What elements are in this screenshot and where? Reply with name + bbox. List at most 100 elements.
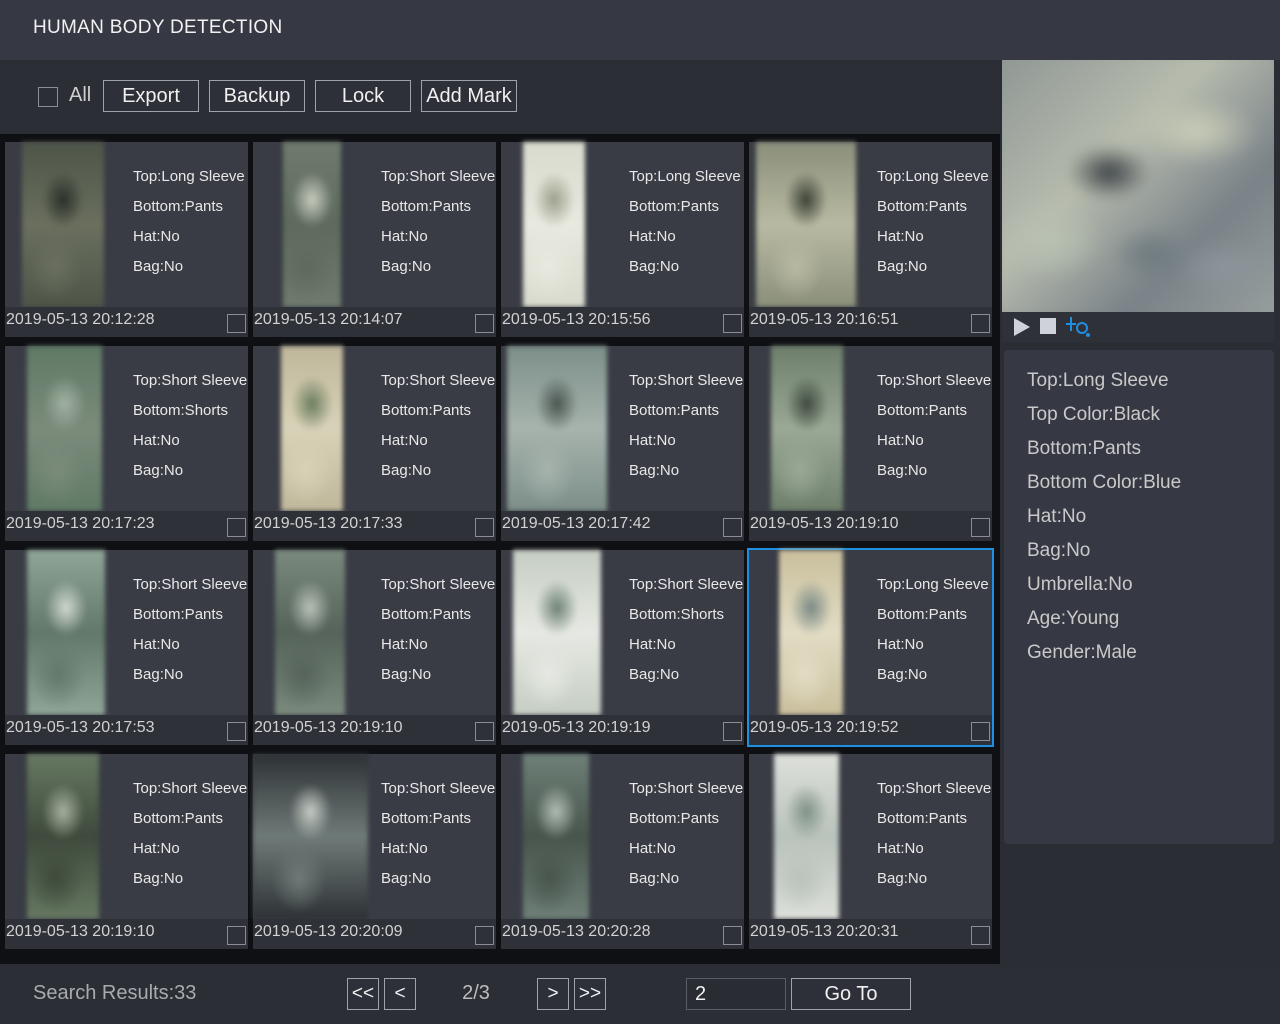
result-attributes: Top:Long Sleeve Bottom:Pants Hat:No Bag:No (877, 570, 989, 690)
result-card[interactable]: Top:Short Sleeve Bottom:Pants Hat:No Bag:No… (253, 550, 496, 745)
preview-image (1002, 60, 1274, 312)
attribute-top: Top:Long Sleeve (877, 576, 989, 593)
attribute-hat: Hat:No (133, 432, 180, 449)
video-preview[interactable] (1002, 60, 1274, 312)
attribute-bottom: Bottom:Shorts (629, 606, 725, 623)
result-card[interactable]: Top:Short Sleeve Bottom:Pants Hat:No Bag:No… (749, 346, 992, 541)
result-thumbnail[interactable] (507, 346, 607, 511)
result-footer: 2019-05-13 20:17:33 (253, 511, 496, 541)
result-checkbox[interactable] (971, 518, 990, 537)
result-card[interactable]: Top:Short Sleeve Bottom:Pants Hat:No Bag:No… (501, 754, 744, 949)
result-attributes: Top:Long Sleeve Bottom:Pants Hat:No Bag:No (629, 162, 741, 282)
attribute-bag: Bag:No (133, 870, 184, 887)
result-footer: 2019-05-13 20:19:10 (749, 511, 992, 541)
result-checkbox[interactable] (971, 314, 990, 333)
result-checkbox[interactable] (723, 722, 742, 741)
result-timestamp: 2019-05-13 20:17:33 (254, 515, 403, 532)
result-checkbox[interactable] (475, 722, 494, 741)
result-checkbox[interactable] (475, 314, 494, 333)
stop-icon[interactable] (1040, 318, 1056, 334)
result-checkbox[interactable] (723, 314, 742, 333)
lock-button[interactable]: Lock (315, 80, 411, 112)
play-icon[interactable] (1014, 318, 1030, 336)
status-bar: Search Results:33 << < 2/3 > >> Go To (0, 966, 1280, 1024)
attribute-bag: Bag:No (629, 666, 680, 683)
search-results-count: Search Results:33 (33, 982, 197, 1004)
result-card[interactable]: Top:Short Sleeve Bottom:Shorts Hat:No Bag:N… (5, 346, 248, 541)
result-card[interactable]: Top:Long Sleeve Bottom:Pants Hat:No Bag:No 2… (5, 142, 248, 337)
page-title: HUMAN BODY DETECTION (33, 17, 283, 38)
result-card[interactable]: Top:Short Sleeve Bottom:Shorts Hat:No Bag:N… (501, 550, 744, 745)
result-thumbnail[interactable] (513, 550, 601, 715)
result-checkbox[interactable] (971, 926, 990, 945)
attribute-hat: Hat:No (629, 432, 676, 449)
result-card[interactable]: Top:Short Sleeve Bottom:Pants Hat:No Bag:No… (5, 550, 248, 745)
result-checkbox[interactable] (971, 722, 990, 741)
attribute-bag: Bag:No (133, 462, 184, 479)
result-checkbox[interactable] (475, 518, 494, 537)
result-thumbnail[interactable] (27, 550, 105, 715)
result-thumbnail[interactable] (253, 754, 368, 919)
result-timestamp: 2019-05-13 20:17:53 (6, 719, 155, 736)
attribute-bag: Bag:No (133, 258, 184, 275)
result-checkbox[interactable] (227, 722, 246, 741)
result-card[interactable]: Top:Short Sleeve Bottom:Pants Hat:No Bag:No… (5, 754, 248, 949)
first-page-button[interactable]: << (347, 978, 379, 1010)
result-card[interactable]: Top:Short Sleeve Bottom:Pants Hat:No Bag:No… (749, 754, 992, 949)
add-mark-button[interactable]: Add Mark (421, 80, 517, 112)
result-attributes: Top:Long Sleeve Bottom:Pants Hat:No Bag:No (133, 162, 245, 282)
result-card[interactable]: Top:Short Sleeve Bottom:Pants Hat:No Bag:No… (253, 142, 496, 337)
select-all-checkbox[interactable] (38, 87, 58, 107)
result-footer: 2019-05-13 20:12:28 (5, 307, 248, 337)
result-attributes: Top:Short Sleeve Bottom:Pants Hat:No Bag:No (629, 774, 743, 894)
result-thumbnail[interactable] (771, 346, 843, 511)
title-bar: HUMAN BODY DETECTION (0, 0, 1280, 60)
export-button[interactable]: Export (103, 80, 199, 112)
result-timestamp: 2019-05-13 20:20:09 (254, 923, 403, 940)
result-checkbox[interactable] (227, 518, 246, 537)
result-card[interactable]: Top:Long Sleeve Bottom:Pants Hat:No Bag:No 2… (747, 548, 994, 747)
result-footer: 2019-05-13 20:16:51 (749, 307, 992, 337)
result-checkbox[interactable] (227, 926, 246, 945)
attribute-bottom: Bottom:Pants (381, 198, 472, 215)
result-attributes: Top:Short Sleeve Bottom:Pants Hat:No Bag:No (381, 366, 495, 486)
attribute-top: Top:Short Sleeve (877, 372, 992, 389)
prev-page-button[interactable]: < (384, 978, 416, 1010)
result-timestamp: 2019-05-13 20:19:52 (750, 719, 899, 736)
result-footer: 2019-05-13 20:19:52 (749, 715, 992, 745)
result-thumbnail[interactable] (523, 754, 589, 919)
result-checkbox[interactable] (723, 518, 742, 537)
result-checkbox[interactable] (227, 314, 246, 333)
result-thumbnail[interactable] (281, 346, 343, 511)
next-page-button[interactable]: > (537, 978, 569, 1010)
page-number-input[interactable] (686, 978, 786, 1010)
result-card[interactable]: Top:Short Sleeve Bottom:Pants Hat:No Bag:No… (253, 754, 496, 949)
result-card[interactable]: Top:Short Sleeve Bottom:Pants Hat:No Bag:No… (253, 346, 496, 541)
result-thumbnail[interactable] (22, 142, 104, 307)
detail-attribute: Hat:No (1027, 506, 1087, 527)
result-checkbox[interactable] (723, 926, 742, 945)
detail-attribute: Bottom Color:Blue (1027, 472, 1182, 493)
result-checkbox[interactable] (475, 926, 494, 945)
result-card[interactable]: Top:Long Sleeve Bottom:Pants Hat:No Bag:No 2… (501, 142, 744, 337)
backup-button[interactable]: Backup (209, 80, 305, 112)
result-thumbnail[interactable] (523, 142, 585, 307)
result-card[interactable]: Top:Short Sleeve Bottom:Pants Hat:No Bag:No… (501, 346, 744, 541)
result-timestamp: 2019-05-13 20:17:23 (6, 515, 155, 532)
result-thumbnail[interactable] (275, 550, 345, 715)
go-to-button[interactable]: Go To (791, 978, 911, 1010)
result-thumbnail[interactable] (27, 346, 102, 511)
result-thumbnail[interactable] (779, 550, 843, 715)
result-thumbnail[interactable] (27, 754, 99, 919)
tracking-icon[interactable] (1066, 314, 1092, 338)
result-thumbnail[interactable] (283, 142, 341, 307)
result-thumbnail[interactable] (774, 754, 839, 919)
attribute-bottom: Bottom:Pants (877, 606, 968, 623)
attribute-top: Top:Long Sleeve (629, 168, 741, 185)
last-page-button[interactable]: >> (574, 978, 606, 1010)
result-timestamp: 2019-05-13 20:14:07 (254, 311, 403, 328)
result-card[interactable]: Top:Long Sleeve Bottom:Pants Hat:No Bag:No 2… (749, 142, 992, 337)
select-all-label[interactable]: All (69, 84, 91, 107)
result-thumbnail[interactable] (756, 142, 856, 307)
attribute-bottom: Bottom:Pants (629, 810, 720, 827)
